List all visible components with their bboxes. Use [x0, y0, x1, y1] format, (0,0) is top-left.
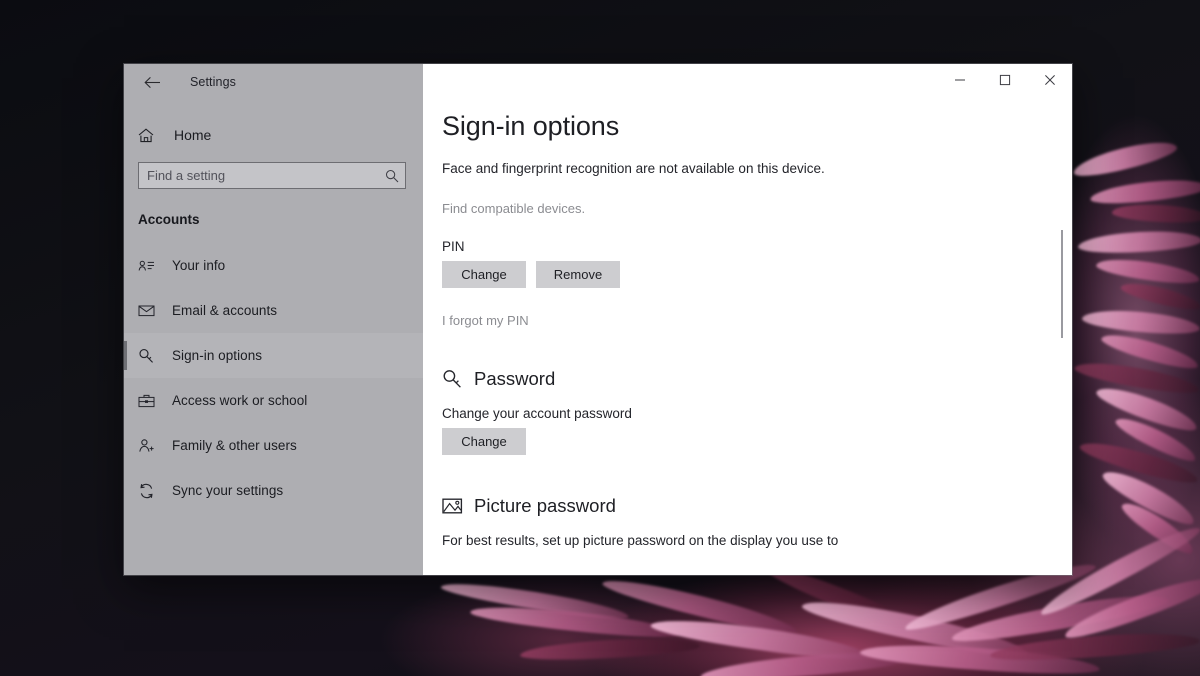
sidebar-item-label: Family & other users — [172, 438, 297, 453]
search-input[interactable] — [139, 168, 379, 183]
picture-icon — [442, 497, 463, 515]
window-titlebar: Settings — [124, 64, 423, 100]
sidebar-item-home[interactable]: Home — [124, 116, 423, 154]
sidebar-item-label: Sign-in options — [172, 348, 263, 363]
password-section-heading: Password — [442, 368, 1072, 390]
key-icon — [442, 369, 463, 389]
search-icon[interactable] — [379, 169, 405, 183]
sidebar: Settings Home Accounts — [124, 64, 423, 575]
sidebar-item-label: Sync your settings — [172, 483, 284, 498]
sidebar-item-your-info[interactable]: Your info — [124, 243, 423, 288]
scrollbar-thumb[interactable] — [1061, 230, 1063, 338]
sidebar-item-sign-in-options[interactable]: Sign-in options — [124, 333, 423, 378]
maximize-icon[interactable] — [982, 64, 1027, 96]
window-controls — [937, 64, 1072, 96]
sync-icon — [138, 483, 164, 499]
picture-password-description: For best results, set up picture passwor… — [442, 532, 839, 548]
sidebar-nav: Your info Email & accounts Sign-in optio… — [124, 243, 423, 513]
sidebar-item-home-label: Home — [174, 127, 212, 143]
password-button-row: Change — [442, 427, 1072, 455]
search-box[interactable] — [138, 162, 406, 189]
sidebar-item-family-other-users[interactable]: Family & other users — [124, 423, 423, 468]
sidebar-item-label: Your info — [172, 258, 226, 273]
window-title: Settings — [190, 75, 236, 89]
picture-password-heading-text: Picture password — [474, 494, 616, 516]
close-icon[interactable] — [1027, 64, 1072, 96]
settings-window: Settings Home Accounts — [124, 64, 1072, 575]
key-icon — [138, 348, 164, 364]
envelope-icon — [138, 304, 164, 317]
sidebar-section-title: Accounts — [138, 212, 200, 227]
sidebar-item-label: Access work or school — [172, 393, 308, 408]
page-title: Sign-in options — [442, 111, 620, 141]
forgot-pin-link[interactable]: I forgot my PIN — [442, 313, 1072, 328]
home-icon — [138, 127, 166, 143]
minimize-icon[interactable] — [937, 64, 982, 96]
availability-note: Face and fingerprint recognition are not… — [442, 160, 825, 176]
person-add-icon — [138, 438, 164, 453]
find-compatible-devices-link[interactable]: Find compatible devices. — [442, 201, 1072, 216]
picture-password-section-heading: Picture password — [442, 495, 1072, 517]
password-description: Change your account password — [442, 405, 632, 421]
content-scrollbar[interactable] — [1057, 64, 1067, 575]
pin-button-row: Change Remove — [442, 260, 1072, 288]
pin-remove-button[interactable]: Remove — [536, 260, 620, 288]
pin-label: PIN — [442, 238, 465, 254]
password-change-button[interactable]: Change — [442, 427, 526, 455]
pin-change-button[interactable]: Change — [442, 260, 526, 288]
sidebar-item-sync-your-settings[interactable]: Sync your settings — [124, 468, 423, 513]
briefcase-icon — [138, 394, 164, 408]
back-arrow-icon[interactable] — [137, 69, 167, 95]
password-heading-text: Password — [474, 367, 556, 389]
sidebar-item-label: Email & accounts — [172, 303, 278, 318]
sidebar-item-access-work-or-school[interactable]: Access work or school — [124, 378, 423, 423]
contact-card-icon — [138, 259, 164, 272]
sidebar-item-email-accounts[interactable]: Email & accounts — [124, 288, 423, 333]
content-pane: Sign-in options Face and fingerprint rec… — [423, 64, 1072, 575]
